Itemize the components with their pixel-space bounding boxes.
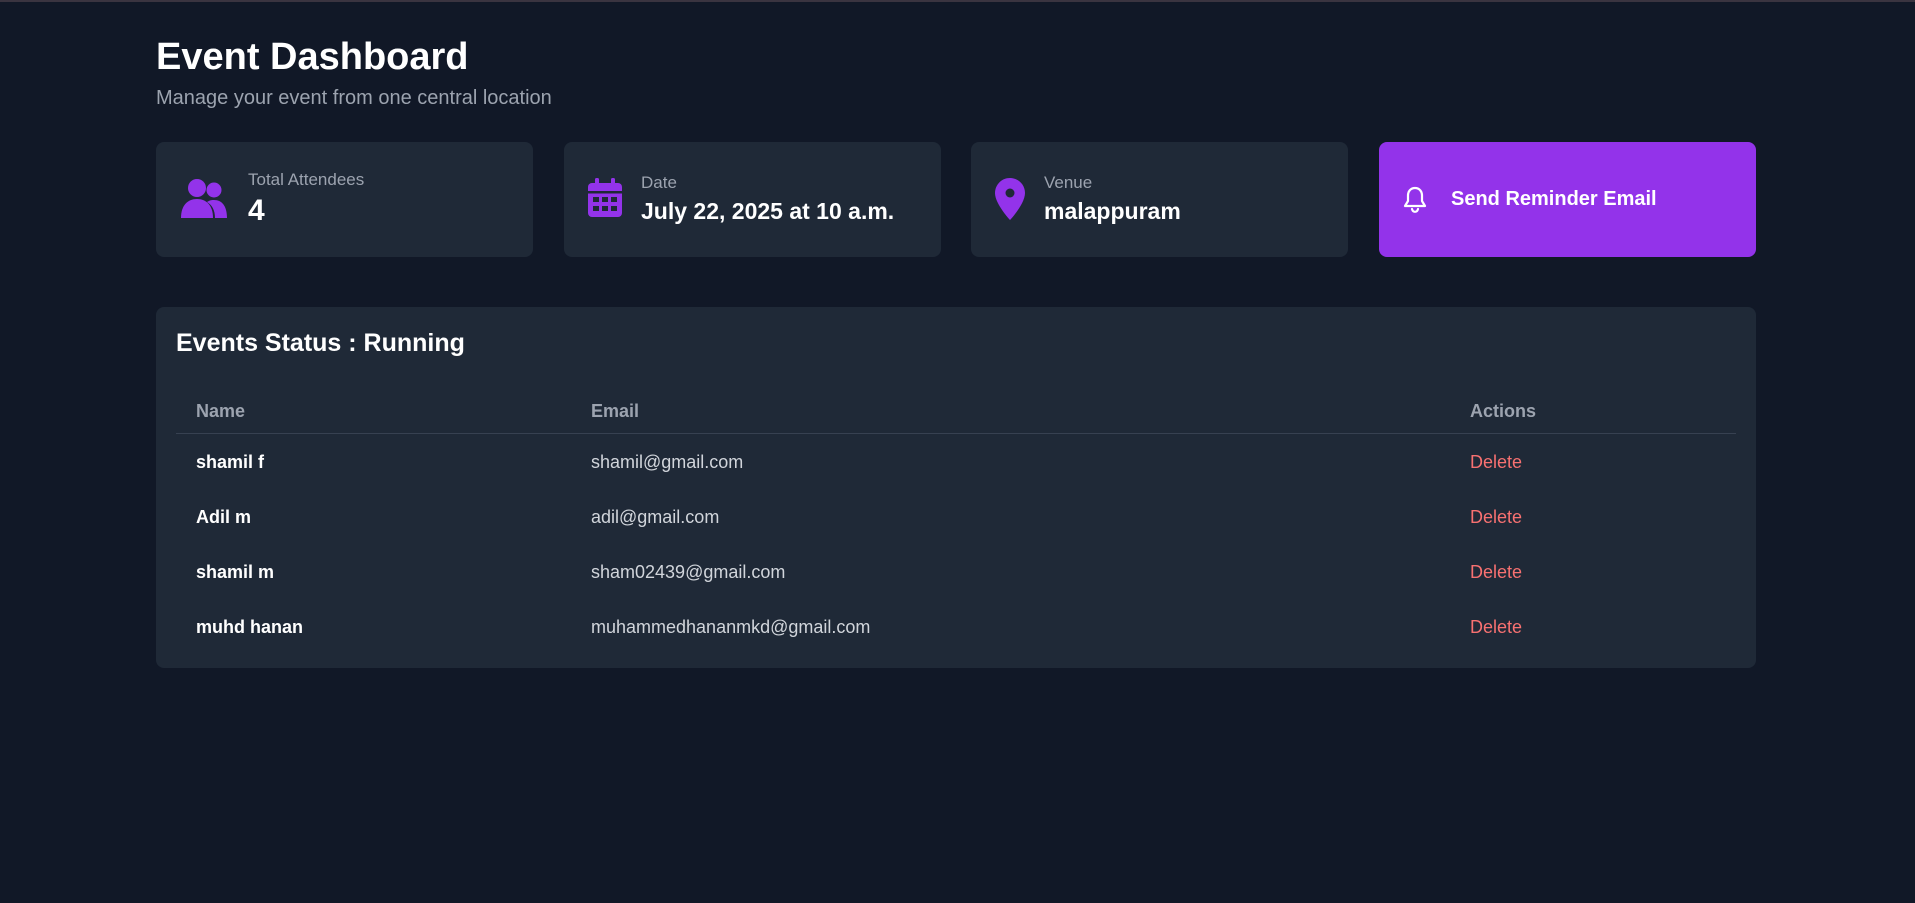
- page-subtitle: Manage your event from one central locat…: [156, 87, 552, 109]
- delete-button[interactable]: Delete: [1470, 562, 1522, 583]
- table-row: shamil m sham02439@gmail.com Delete: [176, 545, 1736, 600]
- attendee-name: shamil f: [196, 452, 265, 472]
- events-status-panel: Events Status : Running Name Email Actio…: [156, 307, 1756, 668]
- venue-label: Venue: [1044, 173, 1093, 192]
- events-status-title: Events Status : Running: [176, 329, 465, 357]
- date-value: July 22, 2025 at 10 a.m.: [641, 198, 895, 224]
- table-row: Adil m adil@gmail.com Delete: [176, 490, 1736, 545]
- calendar-icon: [587, 178, 623, 223]
- attendees-count: 4: [248, 194, 265, 227]
- send-reminder-email-label: Send Reminder Email: [1451, 188, 1657, 210]
- attendee-email: adil@gmail.com: [591, 507, 720, 527]
- venue-value: malappuram: [1044, 198, 1181, 224]
- attendee-name: Adil m: [196, 507, 252, 527]
- venue-card: Venue malappuram: [971, 142, 1348, 257]
- column-header-name: Name: [196, 401, 246, 421]
- column-header-email: Email: [591, 401, 640, 421]
- attendee-email: muhammedhananmkd@gmail.com: [591, 617, 871, 637]
- attendees-card: Total Attendees 4: [156, 142, 533, 257]
- column-header-actions: Actions: [1470, 401, 1537, 421]
- date-card: Date July 22, 2025 at 10 a.m.: [564, 142, 941, 257]
- window-top-border: [0, 0, 1915, 2]
- table-row: muhd hanan muhammedhananmkd@gmail.com De…: [176, 600, 1736, 655]
- attendee-table-body: shamil f shamil@gmail.com Delete Adil m …: [176, 435, 1736, 655]
- attendee-name: muhd hanan: [196, 617, 303, 637]
- attendee-name: shamil m: [196, 562, 275, 582]
- users-icon: [180, 178, 228, 225]
- delete-button[interactable]: Delete: [1470, 617, 1522, 638]
- delete-button[interactable]: Delete: [1470, 507, 1522, 528]
- attendee-email: shamil@gmail.com: [591, 452, 744, 472]
- table-row: shamil f shamil@gmail.com Delete: [176, 435, 1736, 490]
- page-title: Event Dashboard: [156, 36, 469, 78]
- bell-icon: [1403, 186, 1427, 218]
- delete-button[interactable]: Delete: [1470, 452, 1522, 473]
- attendee-email: sham02439@gmail.com: [591, 562, 786, 582]
- attendees-label: Total Attendees: [248, 170, 365, 189]
- send-reminder-email-button[interactable]: Send Reminder Email: [1379, 142, 1756, 257]
- table-header: Name Email Actions: [176, 383, 1736, 434]
- date-label: Date: [641, 173, 677, 192]
- map-pin-icon: [995, 178, 1025, 225]
